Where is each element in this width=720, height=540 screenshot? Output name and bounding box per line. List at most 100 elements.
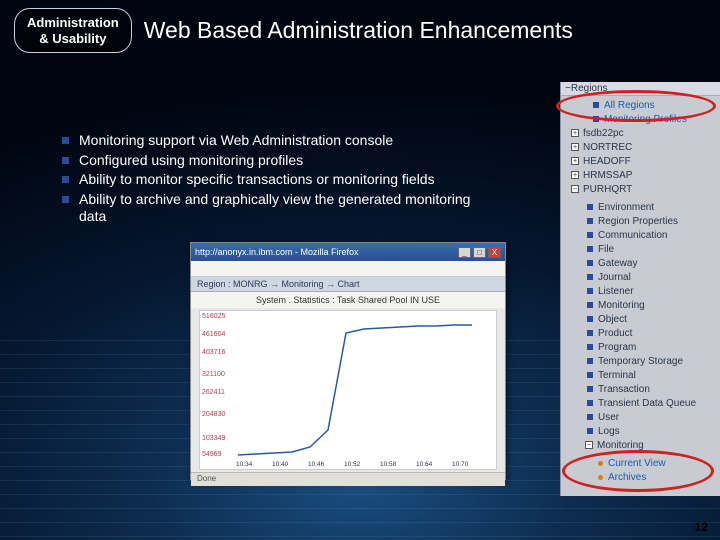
tree-prop[interactable]: Transaction [583, 382, 720, 396]
tree-label: NORTREC [583, 141, 632, 154]
tree-prop[interactable]: User [583, 410, 720, 424]
tree-label: Object [598, 313, 627, 326]
page-number: 12 [695, 520, 708, 534]
bullet-icon [587, 358, 593, 364]
tree-prop[interactable]: Transient Data Queue [583, 396, 720, 410]
x-tick: 10:46 [308, 461, 324, 468]
tree-label: Listener [598, 285, 634, 298]
tree-prop[interactable]: Program [583, 340, 720, 354]
expand-icon[interactable]: + [571, 143, 579, 151]
y-tick: 204830 [202, 411, 225, 418]
tree-region[interactable]: +HEADOFF [569, 154, 720, 168]
tree-label: Product [598, 327, 632, 340]
tree-prop[interactable]: Listener [583, 284, 720, 298]
dot-icon [598, 461, 603, 466]
tree-prop[interactable]: Product [583, 326, 720, 340]
bullet-item: Ability to archive and graphically view … [62, 191, 492, 226]
close-button[interactable]: X [488, 247, 501, 258]
tree-label: Gateway [598, 257, 637, 270]
bullet-icon [587, 232, 593, 238]
bullet-icon [587, 288, 593, 294]
tree-prop[interactable]: Monitoring [583, 298, 720, 312]
tree-prop[interactable]: Journal [583, 270, 720, 284]
x-tick: 10:64 [416, 461, 432, 468]
tree-label: All Regions [604, 99, 655, 112]
bullet-text: Ability to monitor specific transactions… [79, 171, 435, 189]
tree-label: Temporary Storage [598, 355, 683, 368]
bullet-item: Configured using monitoring profiles [62, 152, 492, 170]
bullet-icon [587, 330, 593, 336]
tree-prop[interactable]: Gateway [583, 256, 720, 270]
tree-prop[interactable]: Communication [583, 228, 720, 242]
tree-label: Program [598, 341, 636, 354]
badge-line1: Administration [27, 15, 119, 31]
tree-label: Transient Data Queue [598, 397, 696, 410]
tree-prop[interactable]: Temporary Storage [583, 354, 720, 368]
bullet-icon [587, 302, 593, 308]
expand-icon[interactable]: + [571, 129, 579, 137]
chart-window: http://anonyx.in.ibm.com - Mozilla Firef… [190, 242, 506, 480]
tree-region[interactable]: + NORTREC [569, 140, 720, 154]
tree-prop[interactable]: Environment [583, 200, 720, 214]
tree-label: Environment [598, 201, 654, 214]
bullet-icon [62, 196, 69, 203]
y-tick: 262411 [202, 389, 225, 396]
tree-header[interactable]: − Regions [561, 82, 720, 96]
bullet-icon [62, 176, 69, 183]
tree-region[interactable]: −PURHQRT [569, 182, 720, 196]
bullet-icon [587, 428, 593, 434]
tree-prop[interactable]: Object [583, 312, 720, 326]
expand-icon[interactable]: − [571, 185, 579, 193]
tree-header-label: Regions [571, 83, 608, 94]
collapse-icon[interactable]: − [585, 441, 593, 449]
x-tick: 10:52 [344, 461, 360, 468]
bullet-icon [587, 316, 593, 322]
titlebar[interactable]: http://anonyx.in.ibm.com - Mozilla Firef… [191, 243, 505, 261]
tree-archives[interactable]: Archives [593, 470, 720, 484]
tree-label: User [598, 411, 619, 424]
y-tick: 516025 [202, 313, 225, 320]
bullet-text: Configured using monitoring profiles [79, 152, 303, 170]
expand-icon[interactable]: + [571, 171, 579, 179]
tree-label: Current View [608, 457, 666, 470]
y-tick: 461604 [202, 331, 225, 338]
address-bar[interactable] [191, 261, 505, 277]
tree-monitoring[interactable]: −Monitoring [583, 438, 720, 452]
tree-prop[interactable]: Region Properties [583, 214, 720, 228]
tree-region[interactable]: +fsdb22pc [569, 126, 720, 140]
bullet-icon [587, 386, 593, 392]
tree-label: Transaction [598, 383, 650, 396]
bullet-icon [587, 260, 593, 266]
breadcrumb: Region : MONRG → Monitoring → Chart [191, 277, 505, 292]
tree-prop[interactable]: Terminal [583, 368, 720, 382]
expand-icon[interactable]: + [571, 157, 579, 165]
chart-title: System . Statistics : Task Shared Pool I… [191, 292, 505, 308]
bullet-icon [587, 204, 593, 210]
tree-prop[interactable]: File [583, 242, 720, 256]
bullet-icon [62, 137, 69, 144]
tree-region[interactable]: + HRMSSAP [569, 168, 720, 182]
window-title: http://anonyx.in.ibm.com - Mozilla Firef… [195, 247, 359, 257]
bullet-item: Monitoring support via Web Administratio… [62, 132, 492, 150]
bullet-icon [587, 218, 593, 224]
status-bar: Done [191, 472, 505, 486]
tree-item-all-regions[interactable]: All Regions [569, 98, 720, 112]
tree-prop[interactable]: Logs [583, 424, 720, 438]
bullet-item: Ability to monitor specific transactions… [62, 171, 492, 189]
tree-label: Logs [598, 425, 620, 438]
bullet-text: Monitoring support via Web Administratio… [79, 132, 393, 150]
tree-current-view[interactable]: Current View [593, 456, 720, 470]
bullet-list: Monitoring support via Web Administratio… [62, 132, 492, 228]
tree-label: HRMSSAP [583, 169, 632, 182]
tree-item-monitoring-profiles[interactable]: Monitoring Profiles [569, 112, 720, 126]
page-title: Web Based Administration Enhancements [144, 17, 573, 43]
tree-label: File [598, 243, 614, 256]
tree-label: Communication [598, 229, 667, 242]
bullet-icon [587, 400, 593, 406]
minimize-button[interactable]: _ [458, 247, 471, 258]
tree-label: Journal [598, 271, 631, 284]
maximize-button[interactable]: □ [473, 247, 486, 258]
dot-icon [598, 475, 603, 480]
line-chart-svg [236, 315, 492, 457]
badge-line2: & Usability [27, 31, 119, 47]
